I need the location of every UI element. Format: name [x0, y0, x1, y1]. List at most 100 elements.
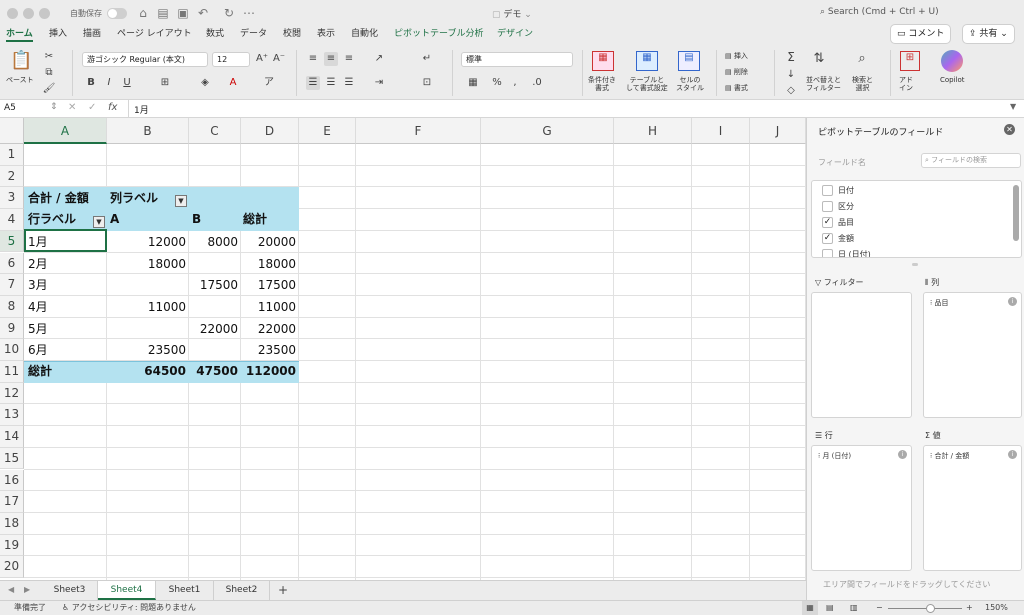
comma-icon[interactable]: ,	[508, 76, 522, 90]
zoom-level[interactable]: 150%	[985, 601, 1008, 615]
name-box-dropdown-icon[interactable]: ⇕	[50, 102, 58, 112]
row-header-4[interactable]: 4	[0, 209, 24, 231]
row-header-5[interactable]: 5	[0, 230, 24, 253]
align-top-icon[interactable]: ≡	[306, 52, 320, 66]
fill-icon[interactable]: ↓	[784, 68, 798, 82]
pivot-sum-header[interactable]: 合計 / 金額	[28, 188, 89, 209]
column-header-c[interactable]: C	[189, 118, 241, 144]
column-header-d[interactable]: D	[241, 118, 299, 144]
tab-view[interactable]: 表示	[317, 26, 335, 42]
format-cells-button[interactable]: ▤ 書式	[725, 84, 748, 92]
pivot-value-b[interactable]	[189, 297, 238, 318]
delete-cells-button[interactable]: ▤ 削除	[725, 68, 748, 76]
pivot-col-b-header[interactable]: B	[192, 209, 201, 230]
pivot-grand-b[interactable]: 47500	[189, 361, 238, 382]
align-center-icon[interactable]: ☰	[324, 76, 338, 90]
font-name-select[interactable]: 游ゴシック Regular (本文)	[82, 52, 208, 67]
tab-pivot-analyze[interactable]: ピボットテーブル分析	[394, 26, 483, 42]
next-sheet-icon[interactable]: ▶	[24, 585, 30, 594]
expand-formula-icon[interactable]: ▼	[1010, 102, 1016, 111]
row-header-2[interactable]: 2	[0, 165, 24, 188]
tab-page-layout[interactable]: ページ レイアウト	[117, 26, 192, 42]
pivot-value-total[interactable]: 23500	[241, 340, 296, 361]
save-icon[interactable]: ▣	[176, 6, 190, 20]
row-header-20[interactable]: 20	[0, 556, 24, 578]
autosave-toggle[interactable]	[107, 8, 127, 19]
sheet-tab[interactable]: Sheet3	[42, 581, 98, 600]
chevron-down-icon[interactable]: ⌄	[521, 10, 532, 20]
pivot-value-b[interactable]	[189, 340, 238, 361]
tab-automate[interactable]: 自動化	[351, 26, 378, 42]
values-drop-area[interactable]: ⁝ 合計 / 金額 i	[923, 445, 1022, 571]
pivot-value-a[interactable]: 11000	[107, 297, 186, 318]
info-icon[interactable]: i	[1008, 297, 1017, 306]
insert-cells-button[interactable]: ▤ 挿入	[725, 52, 748, 60]
pivot-grand-label[interactable]: 総計	[28, 361, 52, 382]
tab-review[interactable]: 校閲	[283, 26, 301, 42]
close-pane-icon[interactable]: ✕	[1004, 124, 1015, 135]
tab-draw[interactable]: 描画	[83, 26, 101, 42]
format-as-table-icon[interactable]: ▦	[636, 51, 658, 71]
italic-icon[interactable]: I	[102, 76, 116, 90]
tab-design[interactable]: デザイン	[497, 26, 533, 42]
sheet-tab[interactable]: Sheet1	[156, 581, 214, 600]
page-layout-view-icon[interactable]: ▤	[826, 601, 834, 615]
pivot-value-b[interactable]: 22000	[189, 319, 238, 340]
pivot-value-total[interactable]: 18000	[241, 254, 296, 275]
font-size-select[interactable]: 12	[212, 52, 250, 67]
home-icon[interactable]: ⌂	[136, 6, 150, 20]
add-sheet-icon[interactable]: +	[278, 583, 288, 597]
row-header-3[interactable]: 3	[0, 187, 24, 210]
column-header-j[interactable]: J	[750, 118, 806, 144]
number-format-select[interactable]: 標準	[461, 52, 573, 67]
font-color-icon[interactable]: A	[226, 76, 240, 90]
copilot-icon[interactable]	[941, 50, 963, 72]
wrap-text-icon[interactable]: ↵	[420, 52, 434, 66]
name-box[interactable]: A5	[4, 103, 16, 113]
column-filter-dropdown-icon[interactable]: ▼	[175, 195, 187, 207]
row-filter-dropdown-icon[interactable]: ▼	[93, 216, 105, 228]
row-header-7[interactable]: 7	[0, 274, 24, 296]
tab-home[interactable]: ホーム	[6, 26, 33, 42]
pivot-value-total[interactable]: 11000	[241, 297, 296, 318]
pivot-value-total[interactable]: 17500	[241, 275, 296, 296]
zoom-slider[interactable]	[888, 608, 962, 609]
row-header-17[interactable]: 17	[0, 491, 24, 513]
cancel-icon[interactable]: ✕	[68, 102, 76, 113]
undo-icon[interactable]: ↶	[196, 6, 210, 20]
field-search-input[interactable]: ⌕ フィールドの検索	[921, 153, 1021, 168]
tab-data[interactable]: データ	[240, 26, 267, 42]
fill-color-icon[interactable]: ◈	[198, 76, 212, 90]
zoom-window-button[interactable]	[39, 8, 50, 19]
clear-icon[interactable]: ◇	[784, 84, 798, 98]
pivot-grand-a[interactable]: 64500	[107, 361, 186, 382]
more-icon[interactable]: ⋯	[242, 6, 256, 20]
template-icon[interactable]: ▤	[156, 6, 170, 20]
checked-checkbox[interactable]: ✓	[822, 217, 833, 228]
pivot-row-labels[interactable]: 行ラベル	[28, 209, 76, 230]
search-box[interactable]: ⌕ Search (Cmd + Ctrl + U)	[820, 7, 939, 17]
cut-icon[interactable]: ✂	[42, 50, 56, 64]
info-icon[interactable]: i	[1008, 450, 1017, 459]
decrease-font-icon[interactable]: A⁻	[272, 52, 286, 66]
pivot-value-a[interactable]: 18000	[107, 254, 186, 275]
percent-icon[interactable]: %	[490, 76, 504, 90]
copy-icon[interactable]: ⧉	[42, 66, 56, 80]
pivot-value-b[interactable]: 8000	[189, 232, 238, 253]
checked-checkbox[interactable]: ✓	[822, 233, 833, 244]
checkbox[interactable]	[822, 201, 833, 212]
conditional-format-icon[interactable]: ▦	[592, 51, 614, 71]
pivot-value-b[interactable]	[189, 254, 238, 275]
pivot-value-a[interactable]	[107, 319, 186, 340]
row-header-16[interactable]: 16	[0, 469, 24, 492]
decimal-increase-icon[interactable]: .0	[530, 76, 544, 90]
columns-field-item[interactable]: ⁝ 品目	[930, 298, 948, 308]
zoom-out-icon[interactable]: −	[876, 601, 883, 615]
align-bottom-icon[interactable]: ≡	[342, 52, 356, 66]
increase-font-icon[interactable]: A⁺	[255, 52, 269, 66]
row-header-10[interactable]: 10	[0, 339, 24, 361]
align-right-icon[interactable]: ☰	[342, 76, 356, 90]
underline-icon[interactable]: U	[120, 76, 134, 90]
pivot-value-b[interactable]: 17500	[189, 275, 238, 296]
columns-drop-area[interactable]: ⁝ 品目 i	[923, 292, 1022, 418]
